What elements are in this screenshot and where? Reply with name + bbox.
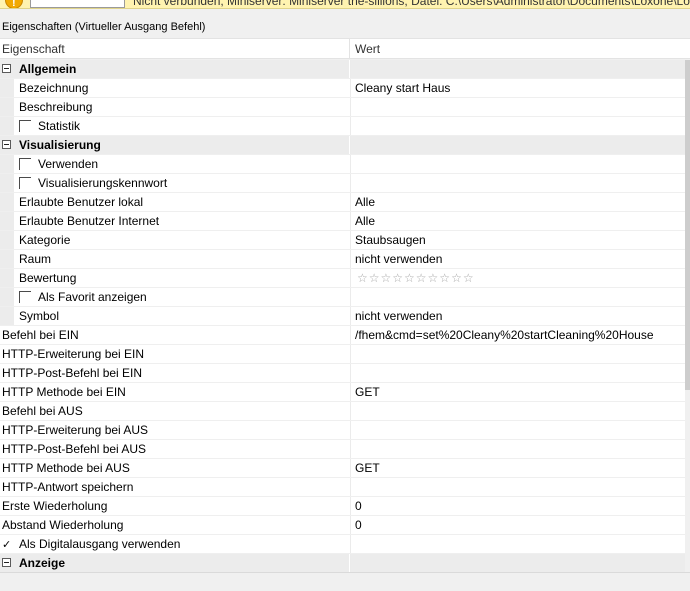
value-http-erweiterung-aus[interactable] bbox=[350, 421, 685, 439]
value-abstand-wiederholung[interactable]: 0 bbox=[350, 516, 685, 534]
statistik-checkbox[interactable] bbox=[19, 120, 31, 132]
row-http-erweiterung-ein[interactable]: HTTP-Erweiterung bei EIN bbox=[0, 345, 685, 364]
row-erste-wiederholung[interactable]: Erste Wiederholung 0 bbox=[0, 497, 685, 516]
vertical-scrollbar[interactable] bbox=[685, 60, 690, 572]
value-bezeichnung[interactable]: Cleany start Haus bbox=[350, 79, 685, 97]
rating-stars-icon[interactable]: ☆☆☆☆☆☆☆☆☆☆ bbox=[357, 269, 475, 287]
row-abstand-wiederholung[interactable]: Abstand Wiederholung 0 bbox=[0, 516, 685, 535]
warning-icon bbox=[5, 0, 23, 8]
scrollbar-thumb[interactable] bbox=[685, 60, 690, 390]
collapse-icon[interactable] bbox=[2, 558, 11, 567]
row-als-digitalausgang[interactable]: ✓ Als Digitalausgang verwenden bbox=[0, 535, 685, 554]
row-bewertung[interactable]: Bewertung ☆☆☆☆☆☆☆☆☆☆ bbox=[0, 269, 685, 288]
value-http-methode-aus[interactable]: GET bbox=[350, 459, 685, 477]
property-grid: Allgemein Bezeichnung Cleany start Haus … bbox=[0, 60, 685, 572]
collapse-icon[interactable] bbox=[2, 64, 11, 73]
value-raum[interactable]: nicht verwenden bbox=[350, 250, 685, 268]
header-separator[interactable] bbox=[349, 39, 350, 59]
value-erste-wiederholung[interactable]: 0 bbox=[350, 497, 685, 515]
row-raum[interactable]: Raum nicht verwenden bbox=[0, 250, 685, 269]
row-erlaubte-benutzer-internet[interactable]: Erlaubte Benutzer Internet Alle bbox=[0, 212, 685, 231]
row-http-methode-ein[interactable]: HTTP Methode bei EIN GET bbox=[0, 383, 685, 402]
status-input[interactable] bbox=[30, 0, 125, 8]
collapse-icon[interactable] bbox=[2, 140, 11, 149]
category-allgemein[interactable]: Allgemein bbox=[0, 60, 685, 79]
status-text: Nicht verbunden, Miniserver: Miniserver … bbox=[133, 0, 690, 8]
row-visualisierungskennwort[interactable]: Visualisierungskennwort bbox=[0, 174, 685, 193]
status-bar: Nicht verbunden, Miniserver: Miniserver … bbox=[0, 0, 690, 9]
visualisierungskennwort-checkbox[interactable] bbox=[19, 177, 31, 189]
row-http-erweiterung-aus[interactable]: HTTP-Erweiterung bei AUS bbox=[0, 421, 685, 440]
value-kategorie[interactable]: Staubsaugen bbox=[350, 231, 685, 249]
value-befehl-ein[interactable]: /fhem&cmd=set%20Cleany%20startCleaning%2… bbox=[350, 326, 685, 344]
row-befehl-ein[interactable]: Befehl bei EIN /fhem&cmd=set%20Cleany%20… bbox=[0, 326, 685, 345]
verwenden-checkbox[interactable] bbox=[19, 158, 31, 170]
row-als-favorit[interactable]: Als Favorit anzeigen bbox=[0, 288, 685, 307]
row-kategorie[interactable]: Kategorie Staubsaugen bbox=[0, 231, 685, 250]
value-erlaubte-benutzer-lokal[interactable]: Alle bbox=[350, 193, 685, 211]
panel-footer bbox=[0, 572, 690, 591]
value-bewertung[interactable]: ☆☆☆☆☆☆☆☆☆☆ bbox=[350, 269, 685, 287]
value-http-methode-ein[interactable]: GET bbox=[350, 383, 685, 401]
checkmark-icon[interactable]: ✓ bbox=[2, 536, 11, 554]
row-symbol[interactable]: Symbol nicht verwenden bbox=[0, 307, 685, 326]
category-visualisierung[interactable]: Visualisierung bbox=[0, 136, 685, 155]
value-symbol[interactable]: nicht verwenden bbox=[350, 307, 685, 325]
row-statistik[interactable]: Statistik bbox=[0, 117, 685, 136]
row-beschreibung[interactable]: Beschreibung bbox=[0, 98, 685, 117]
value-http-erweiterung-ein[interactable] bbox=[350, 345, 685, 363]
row-befehl-aus[interactable]: Befehl bei AUS bbox=[0, 402, 685, 421]
value-beschreibung[interactable] bbox=[350, 98, 685, 116]
row-http-methode-aus[interactable]: HTTP Methode bei AUS GET bbox=[0, 459, 685, 478]
value-http-post-aus[interactable] bbox=[350, 440, 685, 458]
value-befehl-aus[interactable] bbox=[350, 402, 685, 420]
row-http-antwort[interactable]: HTTP-Antwort speichern bbox=[0, 478, 685, 497]
header-property[interactable]: Eigenschaft bbox=[2, 42, 65, 56]
als-favorit-checkbox[interactable] bbox=[19, 291, 31, 303]
row-http-post-ein[interactable]: HTTP-Post-Befehl bei EIN bbox=[0, 364, 685, 383]
grid-header: Eigenschaft Wert bbox=[0, 38, 690, 59]
category-anzeige[interactable]: Anzeige bbox=[0, 554, 685, 572]
header-value[interactable]: Wert bbox=[355, 42, 380, 56]
value-erlaubte-benutzer-internet[interactable]: Alle bbox=[350, 212, 685, 230]
panel-title: Eigenschaften (Virtueller Ausgang Befehl… bbox=[0, 17, 690, 37]
row-bezeichnung[interactable]: Bezeichnung Cleany start Haus bbox=[0, 79, 685, 98]
value-http-post-ein[interactable] bbox=[350, 364, 685, 382]
row-erlaubte-benutzer-lokal[interactable]: Erlaubte Benutzer lokal Alle bbox=[0, 193, 685, 212]
row-http-post-aus[interactable]: HTTP-Post-Befehl bei AUS bbox=[0, 440, 685, 459]
row-verwenden[interactable]: Verwenden bbox=[0, 155, 685, 174]
